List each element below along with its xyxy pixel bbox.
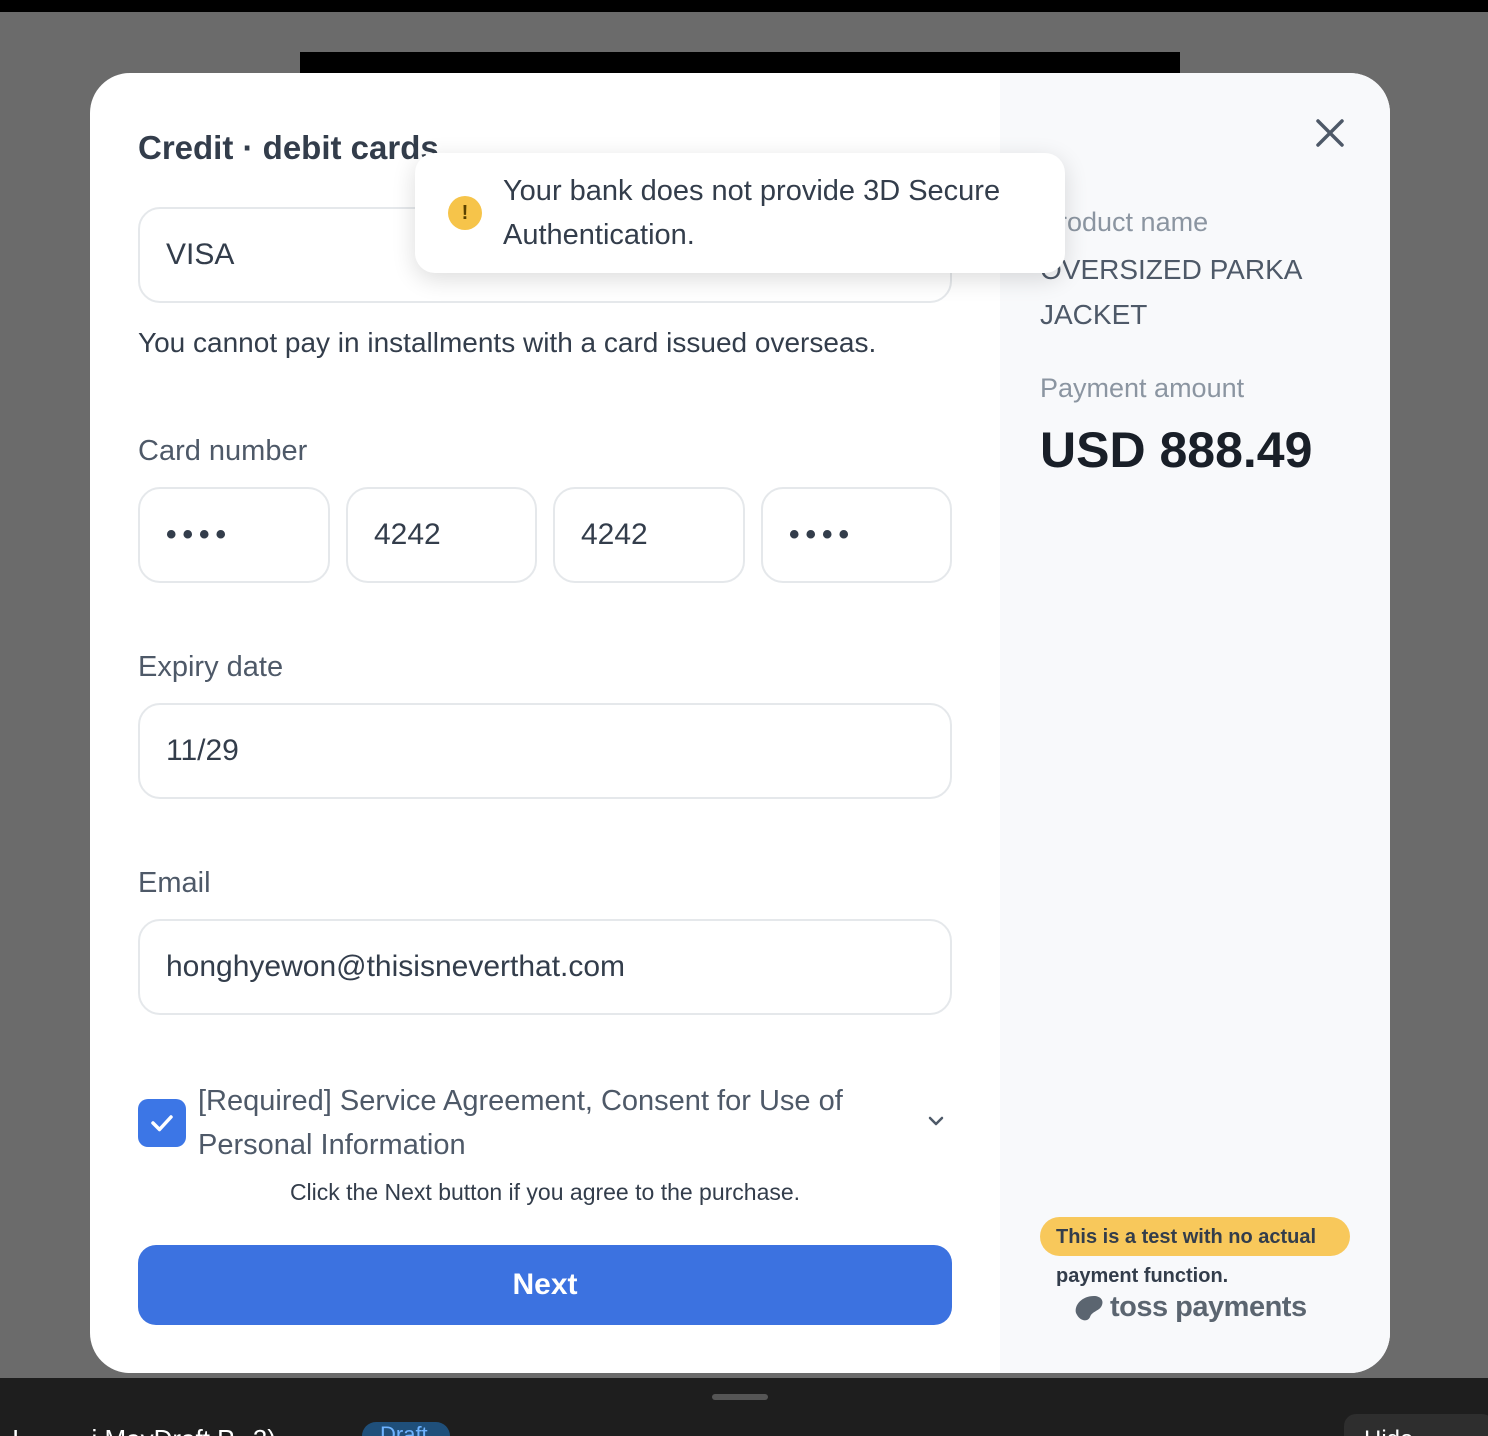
test-notice-badge: This is a test with no actual (1040, 1217, 1350, 1256)
card-number-segment-1[interactable]: •••• (138, 487, 330, 583)
check-icon (151, 1115, 173, 1132)
test-notice-text: payment function. (1056, 1265, 1229, 1287)
payment-amount-label: Payment amount (1040, 373, 1245, 403)
email-value: honghyewon@thisisneverthat.com (166, 950, 626, 983)
card-number-label: Card number (138, 435, 308, 467)
close-icon[interactable] (1312, 115, 1348, 151)
chevron-down-icon[interactable] (924, 1109, 948, 1133)
bottom-bar: I..........i MayDraft P...2) Draft Hide (0, 1378, 1488, 1436)
card-number-segment-value: 4242 (581, 518, 648, 551)
card-brand-value: VISA (166, 238, 235, 271)
agreement-text[interactable]: [Required] Service Agreement, Consent fo… (198, 1079, 898, 1167)
top-bar (0, 0, 1488, 12)
warning-icon: ! (448, 196, 482, 230)
next-button[interactable]: Next (138, 1245, 952, 1325)
card-number-segment-value: 4242 (374, 518, 441, 551)
toss-logo-text: toss payments (1110, 1291, 1307, 1323)
card-number-segment-3[interactable]: 4242 (553, 487, 745, 583)
warning-toast: ! Your bank does not provide 3D Secure A… (415, 153, 1065, 273)
toast-message: Your bank does not provide 3D Secure Aut… (503, 175, 1001, 251)
installment-notice: You cannot pay in installments with a ca… (138, 327, 877, 358)
expiry-date-value: 11/29 (166, 734, 239, 767)
payment-amount: USD 888.49 (1040, 422, 1313, 478)
agreement-hint: Click the Next button if you agree to th… (289, 1179, 801, 1205)
draft-badge: Draft (362, 1422, 450, 1436)
toss-logo-icon (1075, 1295, 1103, 1320)
grab-handle[interactable] (712, 1394, 768, 1400)
email-field[interactable]: honghyewon@thisisneverthat.com (138, 919, 952, 1015)
page-title: Credit · debit cards (138, 129, 439, 166)
email-label: Email (138, 867, 211, 899)
bottom-footer-text: I..........i MayDraft P...2) (12, 1424, 276, 1436)
hide-button[interactable]: Hide (1344, 1414, 1488, 1436)
expiry-date-field[interactable]: 11/29 (138, 703, 952, 799)
product-name-label: Product name (1040, 207, 1209, 237)
agreement-checkbox[interactable] (138, 1099, 186, 1147)
card-number-segment-2[interactable]: 4242 (346, 487, 537, 583)
toss-payments-logo: toss payments (1072, 1291, 1307, 1324)
card-number-segment-value: •••• (166, 518, 233, 551)
expiry-date-label: Expiry date (138, 651, 284, 683)
card-number-segment-value: •••• (789, 518, 856, 551)
card-number-segment-4[interactable]: •••• (761, 487, 952, 583)
product-name: OVERSIZED PARKA JACKET (1040, 254, 1301, 330)
